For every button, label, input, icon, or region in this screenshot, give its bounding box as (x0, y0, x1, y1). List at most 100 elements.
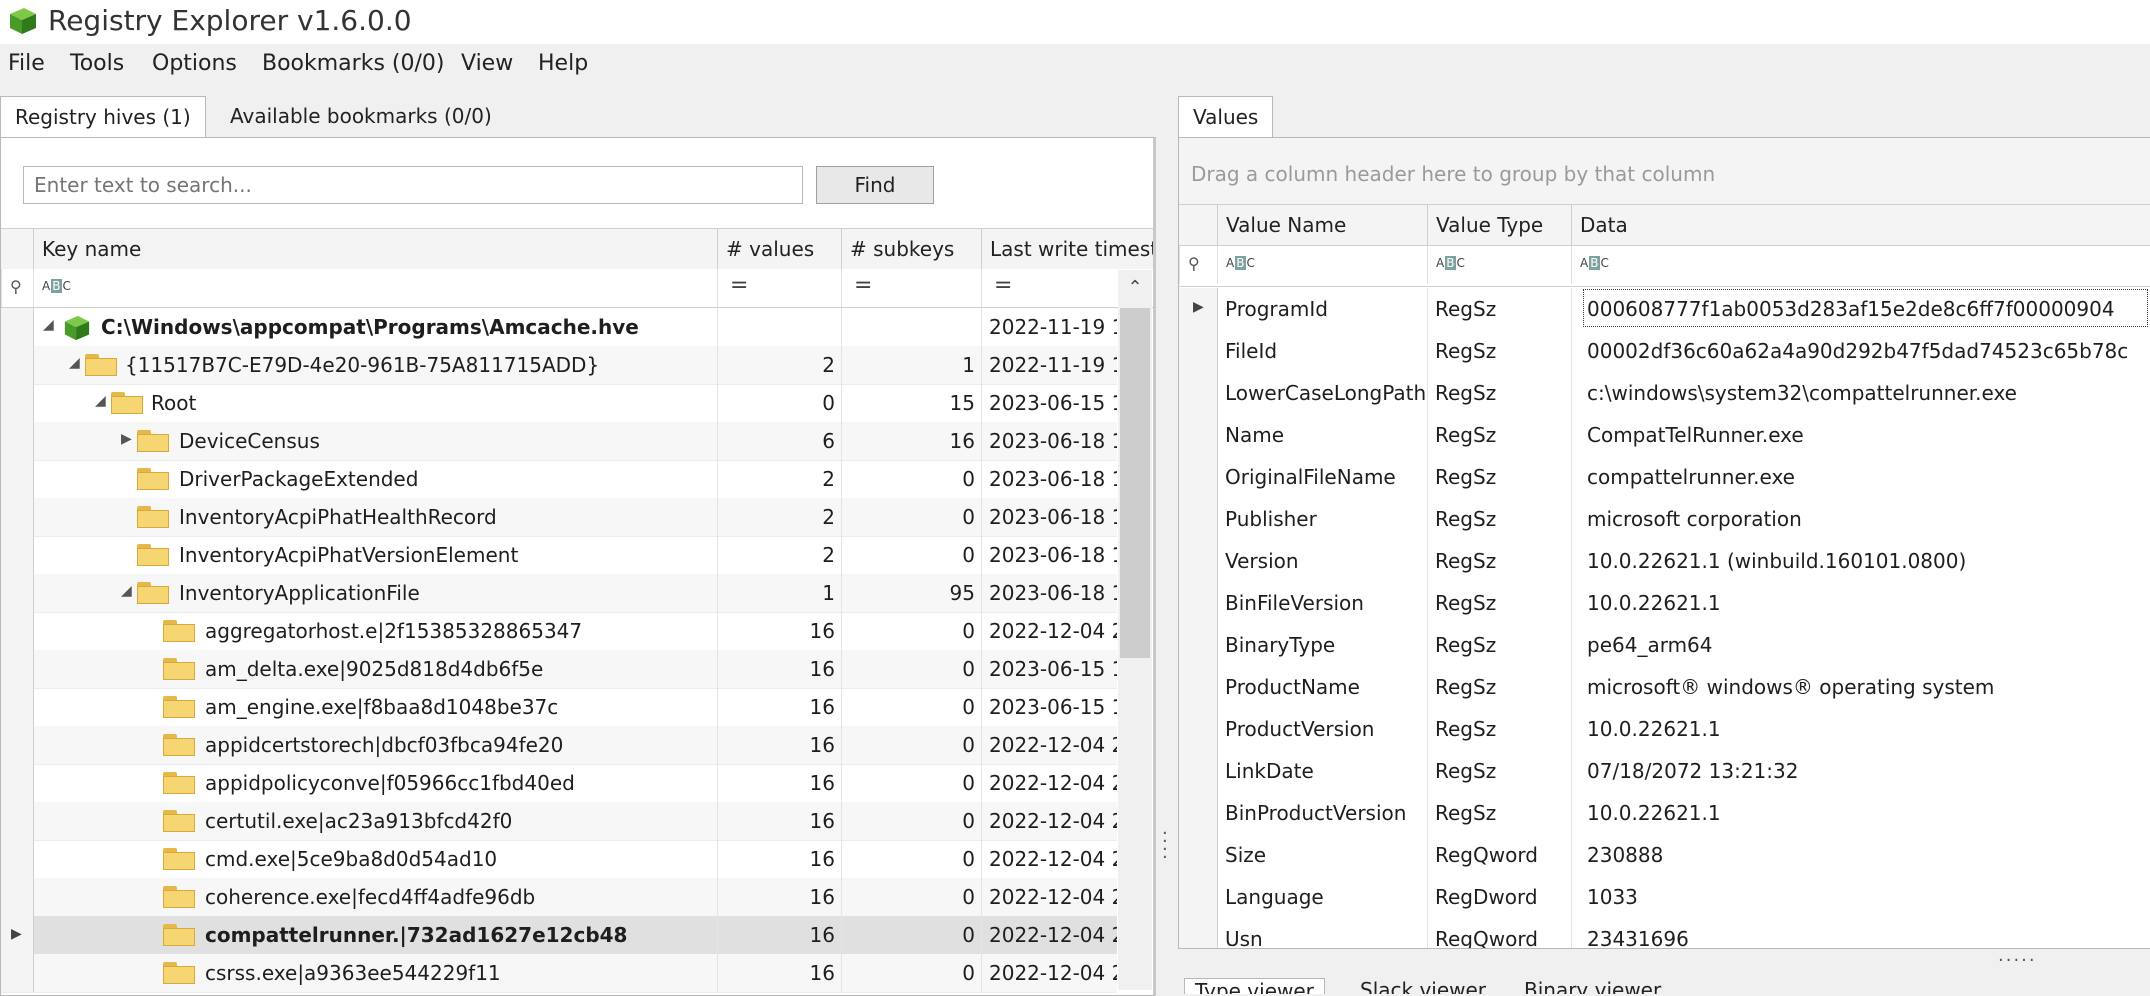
value-row[interactable]: ProductVersion RegSz 10.0.22621.1 (1179, 708, 2150, 751)
search-input[interactable] (23, 166, 803, 204)
subkeys-count: 0 (962, 657, 975, 681)
menu-tools[interactable]: Tools (70, 51, 124, 76)
tab-type-viewer[interactable]: Type viewer (1184, 978, 1325, 994)
value-data: compattelrunner.exe (1587, 465, 1795, 489)
column-subkeys[interactable]: # subkeys (841, 229, 981, 269)
tree-row[interactable]: am_engine.exe|f8baa8d1048be37c 16 0 2023… (1, 688, 1117, 727)
column-data[interactable]: Data (1571, 205, 2150, 245)
value-row[interactable]: BinFileVersion RegSz 10.0.22621.1 (1179, 582, 2150, 625)
equals-filter-icon: = (730, 273, 749, 298)
tree-row[interactable]: appidpolicyconve|f05966cc1fbd40ed 16 0 2… (1, 764, 1117, 803)
tree-row[interactable]: am_delta.exe|9025d818d4db6f5e 16 0 2023-… (1, 650, 1117, 689)
scroll-thumb[interactable] (1120, 308, 1150, 658)
value-row[interactable]: OriginalFileName RegSz compattelrunner.e… (1179, 456, 2150, 499)
column-value-type[interactable]: Value Type (1427, 205, 1571, 245)
value-row[interactable]: Language RegDword 1033 (1179, 876, 2150, 919)
subkeys-count: 95 (949, 581, 975, 605)
tree-row[interactable]: ◢ Root 0 15 2023-06-15 1 (1, 384, 1117, 423)
tree-row[interactable]: aggregatorhost.e|2f15385328865347 16 0 2… (1, 612, 1117, 651)
tree-row[interactable]: certutil.exe|ac23a913bfcd42f0 16 0 2022-… (1, 802, 1117, 841)
column-values[interactable]: # values (717, 229, 841, 269)
tree-row[interactable]: InventoryAcpiPhatVersionElement 2 0 2023… (1, 536, 1117, 575)
filter-value-type[interactable]: ABC (1427, 246, 1571, 284)
value-data: microsoft® windows® operating system (1587, 675, 1995, 699)
collapse-icon[interactable]: ◢ (69, 355, 80, 371)
subkeys-count: 0 (962, 847, 975, 871)
value-type: RegSz (1435, 423, 1497, 447)
value-row[interactable]: LowerCaseLongPath RegSz c:\windows\syste… (1179, 372, 2150, 415)
tree-row[interactable]: ◢ C:\Windows\appcompat\Programs\Amcache.… (1, 308, 1117, 347)
menu-help[interactable]: Help (538, 51, 588, 76)
panel-splitter[interactable]: · · · · (1162, 825, 1168, 867)
filter-values[interactable]: = (717, 269, 841, 307)
tab-values[interactable]: Values (1178, 96, 1274, 137)
value-data: microsoft corporation (1587, 507, 1802, 531)
last-write: 2023-06-18 1 (989, 581, 1117, 605)
bottom-splitter[interactable]: ····· (1998, 950, 2037, 971)
tree-row[interactable]: coherence.exe|fecd4ff4adfe96db 16 0 2022… (1, 878, 1117, 917)
value-name: Usn (1225, 927, 1263, 948)
collapse-icon[interactable]: ◢ (95, 393, 106, 409)
value-row[interactable]: Size RegQword 230888 (1179, 834, 2150, 877)
column-key-name[interactable]: Key name (33, 229, 717, 269)
values-count: 2 (822, 505, 835, 529)
key-name: InventoryApplicationFile (179, 581, 420, 605)
row-indicator (1179, 582, 1218, 624)
tree-row-selected[interactable]: ▶ compattelrunner.|732ad1627e12cb48 16 0… (1, 916, 1117, 955)
column-value-name[interactable]: Value Name (1217, 205, 1427, 245)
filter-key-name[interactable]: ABC (33, 269, 717, 307)
value-row[interactable]: Name RegSz CompatTelRunner.exe (1179, 414, 2150, 457)
value-row[interactable]: FileId RegSz 00002df36c60a62a4a90d292b47… (1179, 330, 2150, 373)
values-count: 16 (809, 733, 835, 757)
subkeys-count: 0 (962, 771, 975, 795)
tree-row[interactable]: InventoryAcpiPhatHealthRecord 2 0 2023-0… (1, 498, 1117, 537)
filter-last-write[interactable]: = (981, 269, 1119, 307)
tree-row[interactable]: DriverPackageExtended 2 0 2023-06-18 1 (1, 460, 1117, 499)
tab-registry-hives[interactable]: Registry hives (1) (0, 96, 206, 137)
menu-view[interactable]: View (461, 51, 513, 76)
collapse-icon[interactable]: ◢ (121, 583, 132, 599)
find-button[interactable]: Find (816, 166, 934, 204)
value-row[interactable]: ProductName RegSz microsoft® windows® op… (1179, 666, 2150, 709)
value-row[interactable]: Version RegSz 10.0.22621.1 (winbuild.160… (1179, 540, 2150, 583)
value-data: pe64_arm64 (1587, 633, 1713, 657)
value-name: Name (1225, 423, 1285, 447)
tree-row[interactable]: ◢ InventoryApplicationFile 1 95 2023-06-… (1, 574, 1117, 613)
last-write: 2022-12-04 2 (989, 771, 1117, 795)
menu-file[interactable]: File (8, 51, 45, 76)
value-row[interactable]: Usn RegQword 23431696 (1179, 918, 2150, 948)
tab-binary-viewer[interactable]: Binary viewer (1524, 978, 1661, 994)
last-write: 2023-06-15 1 (989, 695, 1117, 719)
filter-subkeys[interactable]: = (841, 269, 981, 307)
key-name: aggregatorhost.e|2f15385328865347 (205, 619, 583, 643)
folder-icon (163, 848, 195, 870)
values-count: 6 (822, 429, 835, 453)
column-last-write[interactable]: Last write timesta (981, 229, 1153, 269)
value-row[interactable]: BinProductVersion RegSz 10.0.22621.1 (1179, 792, 2150, 835)
subkeys-count: 0 (962, 619, 975, 643)
tab-slack-viewer[interactable]: Slack viewer (1360, 978, 1486, 994)
tree-row[interactable]: cmd.exe|5ce9ba8d0d54ad10 16 0 2022-12-04… (1, 840, 1117, 879)
tree-row[interactable]: csrss.exe|a9363ee544229f11 16 0 2022-12-… (1, 954, 1117, 993)
key-name: DriverPackageExtended (179, 467, 419, 491)
value-row[interactable]: Publisher RegSz microsoft corporation (1179, 498, 2150, 541)
collapse-icon[interactable]: ◢ (43, 317, 54, 333)
value-row-selected[interactable]: ▶ ProgramId RegSz 000608777f1ab0053d283a… (1179, 288, 2150, 331)
value-row[interactable]: LinkDate RegSz 07/18/2072 13:21:32 (1179, 750, 2150, 793)
tab-available-bookmarks[interactable]: Available bookmarks (0/0) (216, 96, 506, 136)
expand-icon[interactable]: ▶ (121, 431, 132, 447)
value-data: 230888 (1587, 843, 1664, 867)
group-by-panel[interactable]: Drag a column header here to group by th… (1179, 138, 2150, 205)
last-write: 2023-06-15 1 (989, 657, 1117, 681)
menu-bookmarks[interactable]: Bookmarks (0/0) (262, 51, 444, 76)
row-indicator (1, 650, 34, 688)
filter-data[interactable]: ABC (1571, 246, 2150, 284)
tree-row[interactable]: appidcertstorech|dbcf03fbca94fe20 16 0 2… (1, 726, 1117, 765)
filter-value-name[interactable]: ABC (1217, 246, 1427, 284)
tree-row[interactable]: ▶ DeviceCensus 6 16 2023-06-18 1 (1, 422, 1117, 461)
menu-options[interactable]: Options (152, 51, 237, 76)
value-row[interactable]: BinaryType RegSz pe64_arm64 (1179, 624, 2150, 667)
window-title: Registry Explorer v1.6.0.0 (48, 4, 412, 37)
scroll-up-icon[interactable]: ⌃ (1118, 270, 1152, 306)
tree-row[interactable]: ◢ {11517B7C-E79D-4e20-961B-75A811715ADD}… (1, 346, 1117, 385)
